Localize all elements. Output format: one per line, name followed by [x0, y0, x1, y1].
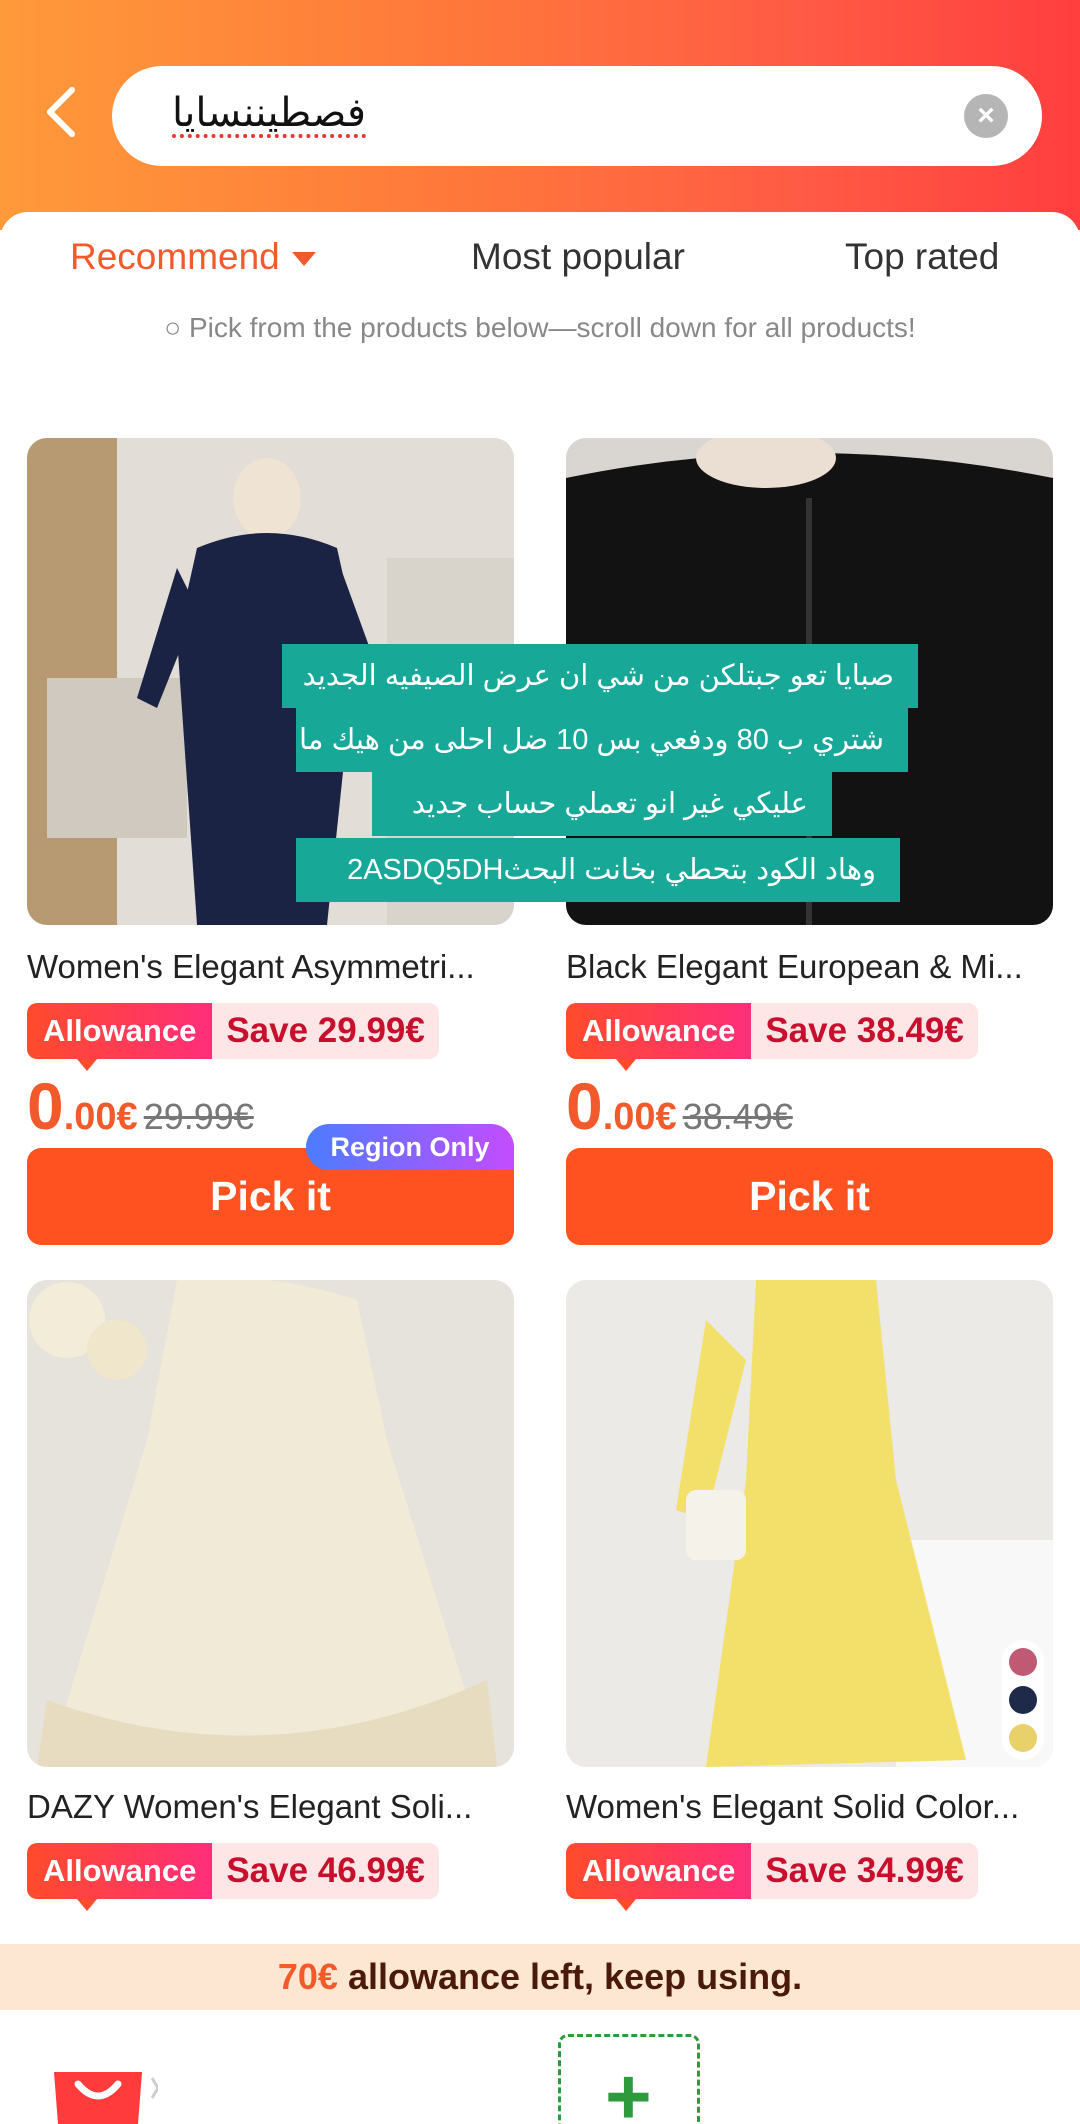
save-amount: Save 34.99€	[751, 1843, 978, 1899]
region-only-tag: Region Only	[306, 1124, 514, 1170]
product-title[interactable]: Black Elegant European & Mi...	[566, 948, 1080, 986]
allowance-badge: Allowance Save 38.49€	[566, 1003, 978, 1071]
clear-icon[interactable]: ×	[964, 94, 1008, 138]
allowance-amount: 70€	[277, 1956, 338, 1997]
color-swatch[interactable]	[1009, 1686, 1037, 1714]
allowance-label: Allowance	[566, 1843, 752, 1911]
plus-icon: +	[605, 2052, 652, 2124]
back-arrow-icon[interactable]	[38, 82, 88, 142]
allowance-label: Allowance	[566, 1003, 752, 1071]
color-swatches[interactable]	[1002, 1640, 1044, 1760]
search-field[interactable]: فصطيننسايا ×	[112, 66, 1042, 166]
allowance-badge: Allowance Save 46.99€	[27, 1843, 439, 1911]
allowance-label: Allowance	[27, 1843, 213, 1911]
price-dec: .00€	[602, 1096, 677, 1138]
allowance-label: Allowance	[27, 1003, 213, 1071]
tab-recommend[interactable]: Recommend	[70, 236, 316, 278]
tab-most-popular[interactable]: Most popular	[471, 236, 685, 278]
price-int: 0	[27, 1069, 64, 1143]
search-input[interactable]: فصطيننسايا	[172, 90, 366, 136]
add-item-slot[interactable]: +	[558, 2034, 700, 2124]
overlay-caption-line: شتري ب 80 ودفعي بس 10 ضل احلى من هيك ما	[296, 708, 908, 772]
hint-text: ○ Pick from the products below—scroll do…	[164, 312, 916, 343]
color-swatch[interactable]	[1009, 1648, 1037, 1676]
allowance-badge: Allowance Save 29.99€	[27, 1003, 439, 1071]
save-amount: Save 29.99€	[212, 1003, 439, 1059]
save-amount: Save 46.99€	[212, 1843, 439, 1899]
pick-it-button[interactable]: Pick it	[566, 1148, 1053, 1245]
price-int: 0	[566, 1069, 603, 1143]
product-title[interactable]: Women's Elegant Asymmetri...	[27, 948, 567, 986]
price: 0.00€ 29.99€	[27, 1068, 254, 1144]
sort-tabs: Recommend Most popular Top rated	[0, 236, 1080, 296]
tab-top-rated[interactable]: Top rated	[845, 236, 999, 278]
product-image[interactable]	[27, 1280, 514, 1767]
color-swatch[interactable]	[1009, 1724, 1037, 1752]
allowance-badge: Allowance Save 34.99€	[566, 1843, 978, 1911]
overlay-caption-line: عليكي غير انو تعملي حساب جديد	[372, 772, 832, 836]
bottom-bar: +	[0, 2010, 1080, 2124]
overlay-caption-line: صبايا تعو جبتلكن من شي ان عرض الصيفيه ال…	[282, 644, 918, 708]
price: 0.00€ 38.49€	[566, 1068, 793, 1144]
product-title[interactable]: DAZY Women's Elegant Soli...	[27, 1788, 567, 1826]
shopping-bag-icon[interactable]	[48, 2058, 160, 2124]
save-amount: Save 38.49€	[751, 1003, 978, 1059]
dropdown-caret-icon	[291, 252, 316, 267]
product-title[interactable]: Women's Elegant Solid Color...	[566, 1788, 1080, 1826]
price-dec: .00€	[63, 1096, 138, 1138]
allowance-banner: 70€ allowance left, keep using.	[0, 1944, 1080, 2010]
overlay-caption-line: وهاد الكود بتحطي بخانت البحث2ASDQ5DH	[296, 838, 900, 902]
old-price: 38.49€	[682, 1096, 793, 1137]
tab-label: Recommend	[70, 236, 280, 277]
product-image[interactable]	[566, 1280, 1053, 1767]
allowance-text: allowance left, keep using.	[337, 1956, 803, 1997]
old-price: 29.99€	[143, 1096, 254, 1137]
